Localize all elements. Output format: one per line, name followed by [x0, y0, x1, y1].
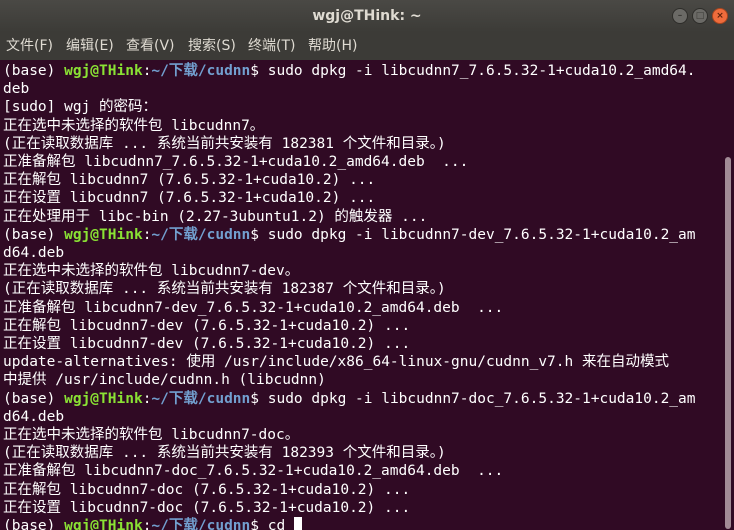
- minimize-button[interactable]: –: [672, 8, 688, 24]
- terminal-window: wgj@THink: ~ – □ × 文件(F) 编辑(E) 查看(V) 搜索(…: [0, 0, 734, 530]
- output-line: 正准备解包 libcudnn7-doc_7.6.5.32-1+cuda10.2_…: [3, 463, 504, 480]
- output-line: (正在读取数据库 ... 系统当前共安装有 182393 个文件和目录。): [3, 445, 446, 462]
- command-text: sudo dpkg -i libcudnn7-doc_7.6.5.32-1+cu…: [267, 390, 696, 407]
- output-line: 正准备解包 libcudnn7-dev_7.6.5.32-1+cuda10.2_…: [3, 299, 504, 316]
- prompt-symbol: $: [250, 390, 268, 407]
- output-line: 正在设置 libcudnn7-dev (7.6.5.32-1+cuda10.2)…: [3, 336, 411, 352]
- output-line: 正在设置 libcudnn7-doc (7.6.5.32-1+cuda10.2)…: [3, 499, 411, 516]
- menu-bar: 文件(F) 编辑(E) 查看(V) 搜索(S) 终端(T) 帮助(H): [0, 32, 734, 60]
- prompt-line: (base) wgj@THink:~/下载/cudnn$ sudo dpkg -…: [3, 390, 696, 408]
- output-line: 正在选中未选择的软件包 libcudnn7-doc。: [3, 427, 300, 443]
- output-line: (正在读取数据库 ... 系统当前共安装有 182387 个文件和目录。): [3, 281, 446, 298]
- prompt-symbol: $: [250, 226, 268, 243]
- prompt-path: ~/下载/cudnn: [151, 63, 251, 79]
- output-line: 正准备解包 libcudnn7_7.6.5.32-1+cuda10.2_amd6…: [3, 154, 469, 170]
- prompt-line: (base) wgj@THink:~/下载/cudnn$ sudo dpkg -…: [3, 226, 696, 244]
- menu-edit[interactable]: 编辑(E): [66, 32, 114, 60]
- output-line: 正在设置 libcudnn7 (7.6.5.32-1+cuda10.2) ...: [3, 190, 376, 207]
- prompt-user-host: wgj@THink: [64, 390, 143, 407]
- output-line: d64.deb: [3, 408, 65, 425]
- output-line: 正在解包 libcudnn7 (7.6.5.32-1+cuda10.2) ...: [3, 172, 376, 189]
- menu-help[interactable]: 帮助(H): [308, 32, 357, 60]
- prompt-env: (base): [3, 226, 65, 243]
- output-line: 正在选中未选择的软件包 libcudnn7-dev。: [3, 263, 300, 280]
- prompt-line: (base) wgj@THink:~/下载/cudnn$ sudo dpkg -…: [3, 62, 696, 80]
- prompt-symbol: $: [250, 63, 268, 79]
- menu-view[interactable]: 查看(V): [126, 32, 175, 60]
- menu-file[interactable]: 文件(F): [6, 32, 53, 60]
- command-text: cd: [267, 518, 294, 530]
- window-title: wgj@THink: ~: [312, 8, 422, 24]
- prompt-env: (base): [3, 518, 65, 530]
- prompt-path: ~/下载/cudnn: [151, 226, 251, 243]
- prompt-env: (base): [3, 63, 65, 79]
- scrollbar-thumb[interactable]: [725, 157, 731, 529]
- output-line: 正在解包 libcudnn7-doc (7.6.5.32-1+cuda10.2)…: [3, 481, 411, 498]
- close-button[interactable]: ×: [712, 8, 728, 24]
- output-line: 中提供 /usr/include/cudnn.h (libcudnn): [3, 372, 326, 389]
- command-text: sudo dpkg -i libcudnn7-dev_7.6.5.32-1+cu…: [267, 226, 696, 243]
- output-line: deb: [3, 81, 30, 98]
- output-line: update-alternatives: 使用 /usr/include/x86…: [3, 354, 669, 371]
- prompt-path: ~/下载/cudnn: [151, 390, 251, 407]
- prompt-env: (base): [3, 390, 65, 407]
- prompt-user-host: wgj@THink: [64, 226, 143, 243]
- output-line: 正在选中未选择的软件包 libcudnn7。: [3, 117, 265, 134]
- prompt-symbol: $: [250, 518, 268, 530]
- output-line: 正在解包 libcudnn7-dev (7.6.5.32-1+cuda10.2)…: [3, 317, 411, 334]
- scrollbar[interactable]: [720, 60, 734, 530]
- title-bar[interactable]: wgj@THink: ~ – □ ×: [0, 0, 734, 32]
- menu-terminal[interactable]: 终端(T): [248, 32, 295, 60]
- prompt-user-host: wgj@THink: [64, 518, 143, 530]
- output-line: (正在读取数据库 ... 系统当前共安装有 182381 个文件和目录。): [3, 135, 446, 152]
- command-text: sudo dpkg -i libcudnn7_7.6.5.32-1+cuda10…: [267, 63, 696, 79]
- output-line: 正在处理用于 libc-bin (2.27-3ubuntu1.2) 的触发器 .…: [3, 208, 428, 225]
- menu-search[interactable]: 搜索(S): [188, 32, 236, 60]
- maximize-button[interactable]: □: [692, 8, 708, 24]
- prompt-path: ~/下载/cudnn: [151, 518, 251, 530]
- prompt-line: (base) wgj@THink:~/下载/cudnn$ cd: [3, 517, 302, 530]
- output-line: d64.deb: [3, 245, 65, 261]
- text-cursor: [293, 517, 302, 530]
- output-line: [sudo] wgj 的密码：: [3, 99, 158, 116]
- terminal-output[interactable]: (base) wgj@THink:~/下载/cudnn$ sudo dpkg -…: [0, 60, 720, 530]
- prompt-user-host: wgj@THink: [64, 63, 143, 79]
